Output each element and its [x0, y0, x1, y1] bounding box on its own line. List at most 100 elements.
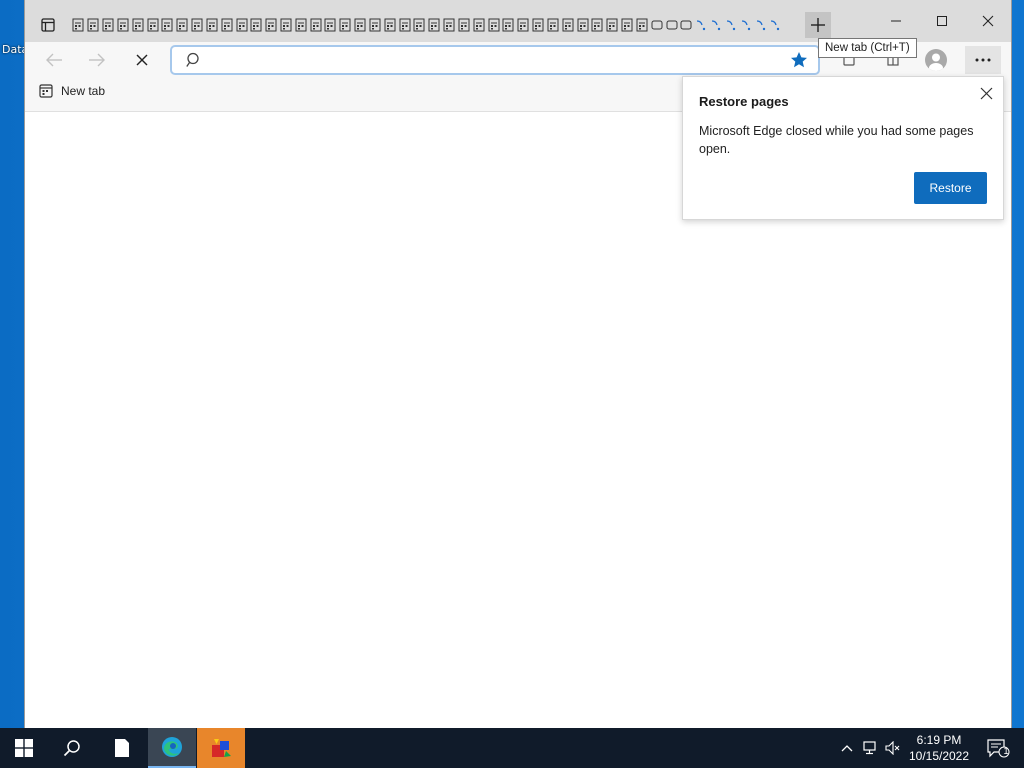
file-icon — [115, 739, 129, 757]
tab-favicon-icon — [636, 18, 648, 32]
browser-tab[interactable] — [679, 14, 694, 36]
browser-tab[interactable] — [753, 14, 768, 36]
search-icon — [63, 740, 80, 757]
browser-tab[interactable] — [501, 14, 516, 36]
new-tab-button[interactable] — [805, 12, 831, 38]
forward-arrow-icon — [89, 53, 105, 67]
search-taskbar-button[interactable] — [48, 728, 96, 768]
file-taskbar-button[interactable] — [98, 728, 146, 768]
browser-tab[interactable] — [709, 14, 724, 36]
close-window-button[interactable] — [965, 8, 1011, 34]
forward-button[interactable] — [82, 46, 112, 74]
tab-favicon-icon — [147, 18, 159, 32]
loading-spinner-icon — [741, 20, 750, 31]
start-button[interactable] — [0, 728, 48, 768]
browser-tab[interactable] — [160, 14, 175, 36]
browser-tab[interactable] — [264, 14, 279, 36]
favorite-star-icon[interactable] — [790, 51, 808, 74]
tab-favicon-icon — [384, 18, 396, 32]
edge-taskbar-button[interactable] — [148, 728, 196, 768]
chevron-up-icon — [841, 745, 853, 752]
minimize-button[interactable] — [873, 8, 919, 34]
close-icon — [980, 87, 992, 99]
browser-tab[interactable] — [204, 14, 219, 36]
browser-tab[interactable] — [442, 14, 457, 36]
browser-tab[interactable] — [397, 14, 412, 36]
loading-spinner-icon — [711, 20, 721, 31]
browser-tab[interactable] — [412, 14, 427, 36]
favorite-new-tab[interactable]: New tab — [39, 84, 105, 98]
browser-tab[interactable] — [323, 14, 338, 36]
restore-button[interactable]: Restore — [914, 172, 987, 204]
tab-favicon-icon — [250, 18, 262, 32]
tab-strip — [71, 14, 783, 36]
browser-tab[interactable] — [234, 14, 249, 36]
browser-tab[interactable] — [694, 14, 709, 36]
tab-favicon-icon — [265, 18, 277, 32]
tab-favicon-icon — [502, 18, 514, 32]
address-input[interactable] — [208, 51, 768, 71]
popup-close-button[interactable] — [977, 84, 995, 102]
browser-tab[interactable] — [634, 14, 649, 36]
tab-actions-menu-button[interactable] — [37, 14, 59, 36]
tab-favicon-icon — [102, 18, 114, 32]
back-button[interactable] — [39, 46, 69, 74]
loading-spinner-icon — [697, 20, 706, 31]
address-bar[interactable] — [170, 45, 820, 75]
taskbar: 6:19 PM 10/15/2022 1 — [0, 728, 1024, 768]
browser-tab[interactable] — [71, 14, 86, 36]
tab-favicon-icon — [621, 18, 633, 32]
browser-tab[interactable] — [353, 14, 368, 36]
browser-tab[interactable] — [723, 14, 738, 36]
browser-tab[interactable] — [130, 14, 145, 36]
browser-tab[interactable] — [664, 14, 679, 36]
browser-tab[interactable] — [590, 14, 605, 36]
browser-tab[interactable] — [175, 14, 190, 36]
tab-favicon-icon — [666, 20, 678, 30]
profile-avatar[interactable] — [925, 49, 947, 71]
browser-tab[interactable] — [308, 14, 323, 36]
app-taskbar-button[interactable] — [197, 728, 245, 768]
tab-favicon-icon — [339, 18, 351, 32]
tab-favicon-icon — [473, 18, 485, 32]
browser-tab[interactable] — [86, 14, 101, 36]
browser-tab[interactable] — [620, 14, 635, 36]
tab-favicon-icon — [72, 18, 84, 32]
network-tray-button[interactable] — [862, 739, 880, 757]
browser-tab[interactable] — [279, 14, 294, 36]
browser-tab[interactable] — [516, 14, 531, 36]
browser-tab[interactable] — [575, 14, 590, 36]
browser-tab[interactable] — [457, 14, 472, 36]
browser-tab[interactable] — [115, 14, 130, 36]
browser-tab[interactable] — [531, 14, 546, 36]
close-icon — [982, 15, 994, 27]
maximize-button[interactable] — [919, 8, 965, 34]
browser-tab[interactable] — [145, 14, 160, 36]
notification-center-button[interactable]: 1 — [978, 728, 1018, 768]
browser-tab[interactable] — [427, 14, 442, 36]
browser-tab[interactable] — [738, 14, 753, 36]
browser-tab[interactable] — [768, 14, 783, 36]
browser-tab[interactable] — [338, 14, 353, 36]
show-hidden-icons-button[interactable] — [838, 739, 856, 757]
taskbar-clock[interactable]: 6:19 PM 10/15/2022 — [900, 732, 978, 764]
browser-tab[interactable] — [486, 14, 501, 36]
settings-and-more-button[interactable] — [965, 46, 1001, 74]
browser-tab[interactable] — [293, 14, 308, 36]
tab-favicon-icon — [532, 18, 544, 32]
browser-tab[interactable] — [190, 14, 205, 36]
browser-tab[interactable] — [605, 14, 620, 36]
browser-tab[interactable] — [560, 14, 575, 36]
network-icon — [863, 741, 876, 755]
browser-tab[interactable] — [219, 14, 234, 36]
browser-tab[interactable] — [101, 14, 116, 36]
browser-tab[interactable] — [649, 14, 664, 36]
browser-tab[interactable] — [546, 14, 561, 36]
browser-tab[interactable] — [368, 14, 383, 36]
browser-tab[interactable] — [249, 14, 264, 36]
browser-tab[interactable] — [382, 14, 397, 36]
edge-window: New tab New tab (Ctrl+T) Restore pages M… — [24, 0, 1012, 728]
stop-loading-button[interactable] — [127, 46, 157, 74]
browser-tab[interactable] — [471, 14, 486, 36]
restore-pages-popup: Restore pages Microsoft Edge closed whil… — [682, 76, 1004, 220]
